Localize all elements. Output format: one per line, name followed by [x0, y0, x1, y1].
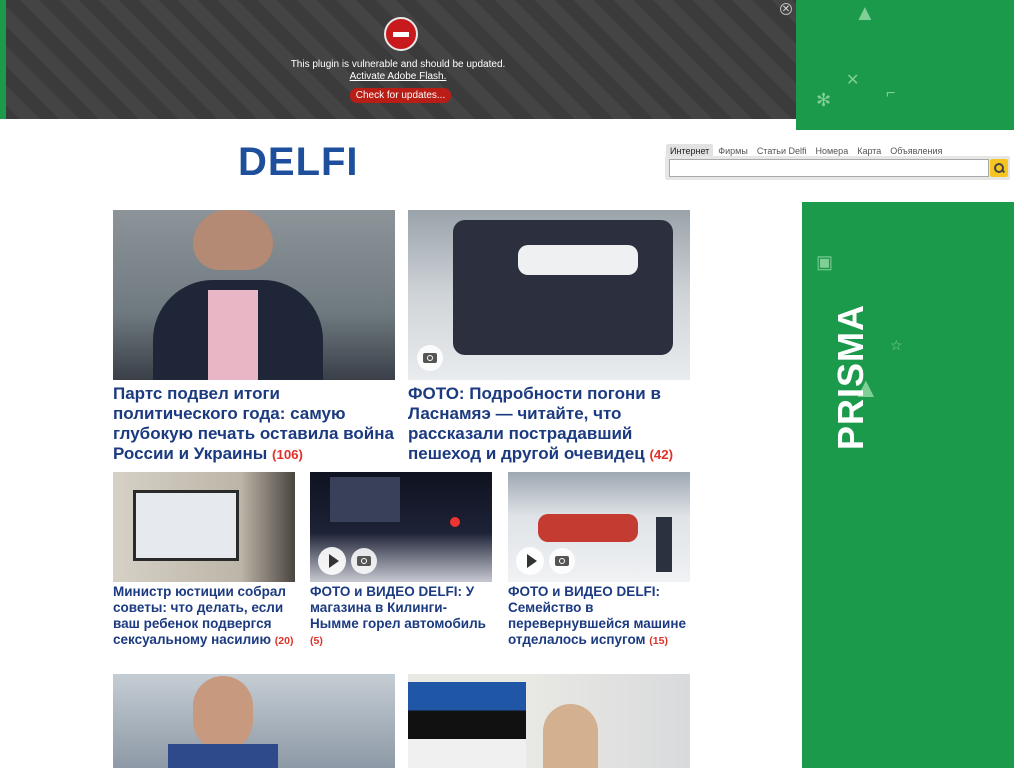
article-card[interactable] — [408, 674, 690, 768]
search-box — [665, 156, 1010, 180]
logo-text: DELFI — [238, 140, 359, 184]
close-icon[interactable]: ✕ — [780, 3, 792, 15]
blocked-plugin-icon — [384, 17, 418, 51]
gift-icon: ▣ — [816, 252, 834, 272]
article-photo[interactable] — [408, 210, 690, 380]
delfi-logo[interactable]: DELFI — [226, 132, 398, 192]
flash-plugin-banner: This plugin is vulnerable and should be … — [0, 0, 796, 119]
photo-vehicle — [453, 220, 673, 355]
play-icon — [516, 547, 544, 575]
article-card[interactable]: Министр юстиции собрал советы: что делат… — [113, 472, 295, 667]
photo-player-jersey — [168, 744, 278, 768]
article-photo[interactable] — [508, 472, 690, 582]
photo-snow-on-hood — [518, 245, 638, 275]
photo-shirt — [208, 290, 258, 380]
comment-count[interactable]: (20) — [275, 635, 294, 647]
photo-player-head — [193, 676, 253, 751]
photo-light — [450, 517, 460, 527]
article-photo[interactable] — [310, 472, 492, 582]
article-card[interactable]: ФОТО: Подробности погони в Ласнамяэ — чи… — [408, 210, 690, 465]
photo-laptop-screen — [133, 490, 239, 561]
article-headline[interactable]: ФОТО и ВИДЕО DELFI: Семейство в переверн… — [508, 584, 690, 649]
article-headline[interactable]: ФОТО: Подробности погони в Ласнамяэ — чи… — [408, 384, 690, 465]
photo-overturned-car — [538, 514, 638, 542]
article-headline[interactable]: Партс подвел итоги политического года: с… — [113, 384, 395, 465]
article-card[interactable]: ФОТО и ВИДЕО DELFI: Семейство в переверн… — [508, 472, 690, 667]
headline-text[interactable]: Министр юстиции собрал советы: что делат… — [113, 584, 286, 647]
activate-flash-link[interactable]: Activate Adobe Flash. — [0, 71, 796, 82]
comment-count[interactable]: (42) — [649, 447, 673, 462]
star-icon: ☆ — [890, 337, 903, 353]
prisma-ad[interactable]: ▣ ▲ ☆ — [802, 202, 1014, 768]
plugin-warning-text: This plugin is vulnerable and should be … — [290, 59, 506, 70]
photo-building — [330, 477, 400, 522]
prisma-logo: PRISMA — [830, 303, 871, 450]
camera-icon — [417, 345, 443, 371]
article-photo[interactable] — [113, 210, 395, 380]
search-input[interactable] — [669, 159, 989, 177]
photo-officer — [656, 517, 672, 572]
camera-icon — [549, 548, 575, 574]
headline-text[interactable]: ФОТО и ВИДЕО DELFI: У магазина в Килинги… — [310, 584, 486, 631]
comment-count[interactable]: (15) — [649, 635, 668, 647]
photo-person — [543, 704, 598, 768]
candy-cane-icon: ⌐ — [886, 85, 896, 102]
ad-banner-top[interactable]: ▲ ✕ ✻ ⌐ — [796, 0, 1014, 130]
photo-flag — [408, 682, 526, 768]
article-headline[interactable]: ФОТО и ВИДЕО DELFI: У магазина в Килинги… — [310, 584, 492, 649]
comment-count[interactable]: (5) — [310, 635, 323, 647]
snowflake-icon: ✕ — [846, 72, 860, 89]
article-card[interactable]: ФОТО и ВИДЕО DELFI: У магазина в Килинги… — [310, 472, 492, 667]
headline-text[interactable]: ФОТО: Подробности погони в Ласнамяэ — чи… — [408, 384, 661, 463]
photo-figure-head — [193, 210, 273, 270]
article-card[interactable] — [113, 674, 395, 768]
snowflake-icon: ✻ — [816, 90, 832, 110]
tree-icon: ▲ — [854, 0, 876, 25]
camera-icon — [351, 548, 377, 574]
article-photo[interactable] — [113, 472, 295, 582]
search-icon[interactable] — [990, 159, 1008, 177]
comment-count[interactable]: (106) — [272, 447, 303, 462]
headline-text[interactable]: Партс подвел итоги политического года: с… — [113, 384, 394, 463]
article-photo[interactable] — [113, 674, 395, 768]
play-icon — [318, 547, 346, 575]
article-photo[interactable] — [408, 674, 690, 768]
check-updates-button[interactable]: Check for updates... — [350, 88, 451, 103]
article-card[interactable]: Партс подвел итоги политического года: с… — [113, 210, 395, 465]
article-headline[interactable]: Министр юстиции собрал советы: что делат… — [113, 584, 295, 649]
